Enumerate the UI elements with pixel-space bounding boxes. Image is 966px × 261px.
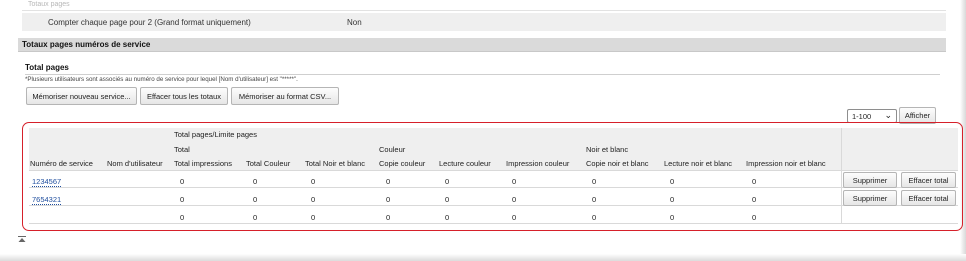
delete-button[interactable]: Supprimer [843,190,897,206]
clear-total-button[interactable]: Effacer total [901,172,956,188]
value-cell: 0 [386,213,391,222]
section-header: Totaux pages numéros de service [18,38,946,52]
value-cell: 0 [752,213,757,222]
service-number-link[interactable]: 1234567 [32,177,61,186]
value-cell: 0 [592,177,597,186]
column-header-print-bw: Impression noir et blanc [746,159,826,168]
value-cell: 0 [445,213,450,222]
setting-label: Compter chaque page pour 2 (Grand format… [48,18,251,27]
subgroup-color: Couleur [379,145,406,154]
value-cell: 0 [386,177,391,186]
column-header-copy-bw: Copie noir et blanc [586,159,649,168]
value-cell: 0 [253,177,258,186]
table-grid: Total pages/Limite pages Total Couleur N… [29,128,958,224]
subgroup-bw: Noir et blanc [586,145,629,154]
value-cell: 0 [253,195,258,204]
row-divider [29,205,958,206]
column-header-total-impressions: Total impressions [174,159,232,168]
chevron-down-icon: ⌄ [884,110,892,120]
value-cell: 0 [752,177,757,186]
delete-button[interactable]: Supprimer [843,172,897,188]
divider [22,10,946,11]
previous-section-title: Totaux pages [28,1,70,8]
group-header: Total pages/Limite pages [174,130,257,139]
row-divider [29,170,958,171]
clear-all-totals-button[interactable]: Effacer tous les totaux [140,87,228,105]
table-header-bg-actions [841,128,958,170]
value-cell: 0 [311,177,316,186]
value-cell: 0 [311,195,316,204]
value-cell: 0 [180,195,185,204]
column-header-copy-color: Copie couleur [379,159,426,168]
value-cell: 0 [180,177,185,186]
column-header-user-name: Nom d'utilisateur [107,159,163,168]
value-cell: 0 [180,213,185,222]
store-new-service-button[interactable]: Mémoriser nouveau service... [26,87,137,105]
window-shadow-bottom [0,254,966,261]
clear-total-button[interactable]: Effacer total [901,190,956,206]
store-csv-button[interactable]: Mémoriser au format CSV... [231,87,339,105]
subgroup-total: Total [174,145,190,154]
range-select[interactable]: 1-100 ⌄ [847,109,897,123]
row-divider [29,223,958,224]
column-header-total-color: Total Couleur [246,159,291,168]
range-select-value: 1-100 [852,112,872,121]
service-number-link[interactable]: 7654321 [32,195,61,204]
row-divider [29,187,958,188]
column-header-service-number: Numéro de service [30,159,93,168]
divider [25,74,940,75]
service-totals-table: Total pages/Limite pages Total Couleur N… [22,122,963,231]
value-cell: 0 [512,213,517,222]
value-cell: 0 [670,213,675,222]
value-cell: 0 [512,177,517,186]
value-cell: 0 [670,195,675,204]
section-title: Totaux pages numéros de service [22,40,151,49]
value-cell: 0 [311,213,316,222]
value-cell: 0 [592,195,597,204]
column-header-print-color: Impression couleur [506,159,570,168]
column-divider [841,128,842,224]
column-header-scan-color: Lecture couleur [439,159,491,168]
value-cell: 0 [386,195,391,204]
value-cell: 0 [512,195,517,204]
column-header-scan-bw: Lecture noir et blanc [664,159,732,168]
scroll-to-top-icon[interactable] [18,236,26,246]
window-frame: Totaux pages Compter chaque page pour 2 … [0,0,966,261]
subsection-title: Total pages [25,63,69,72]
value-cell: 0 [670,177,675,186]
value-cell: 0 [253,213,258,222]
value-cell: 0 [445,195,450,204]
value-cell: 0 [445,177,450,186]
note-text: *Plusieurs utilisateurs sont associés au… [25,76,298,83]
setting-value: Non [347,18,362,27]
column-header-total-bw: Total Noir et blanc [305,159,366,168]
setting-row-count-double: Compter chaque page pour 2 (Grand format… [22,13,946,31]
value-cell: 0 [752,195,757,204]
value-cell: 0 [592,213,597,222]
